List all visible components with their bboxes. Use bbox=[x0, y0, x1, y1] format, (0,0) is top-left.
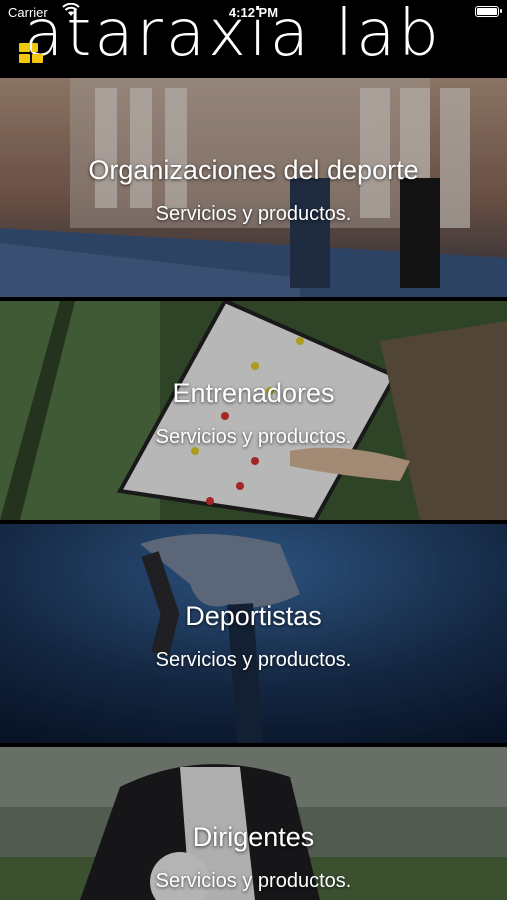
card-deportistas[interactable]: Deportistas Servicios y productos. bbox=[0, 524, 507, 743]
card-dirigentes[interactable]: Dirigentes Servicios y productos. bbox=[0, 747, 507, 900]
image-overlay bbox=[0, 301, 507, 520]
card-title: Deportistas bbox=[185, 601, 322, 631]
card-entrenadores[interactable]: Entrenadores Servicios y productos. bbox=[0, 301, 507, 520]
card-subtitle: Servicios y productos. bbox=[155, 870, 352, 892]
card-title: Organizaciones del deporte bbox=[88, 155, 419, 185]
battery-icon bbox=[475, 6, 502, 17]
image-overlay bbox=[0, 524, 507, 743]
card-organizaciones[interactable]: Organizaciones del deporte Servicios y p… bbox=[0, 78, 507, 297]
card-subtitle: Servicios y productos. bbox=[155, 649, 352, 671]
clock: 4:12 PM bbox=[228, 5, 279, 20]
status-bar: Carrier 4:12 PM bbox=[0, 0, 507, 24]
card-subtitle: Servicios y productos. bbox=[155, 203, 352, 225]
four-square-logo-icon bbox=[19, 43, 45, 65]
image-overlay bbox=[0, 78, 507, 297]
card-title: Entrenadores bbox=[172, 378, 335, 408]
card-subtitle: Servicios y productos. bbox=[155, 426, 352, 448]
card-title: Dirigentes bbox=[192, 822, 315, 852]
